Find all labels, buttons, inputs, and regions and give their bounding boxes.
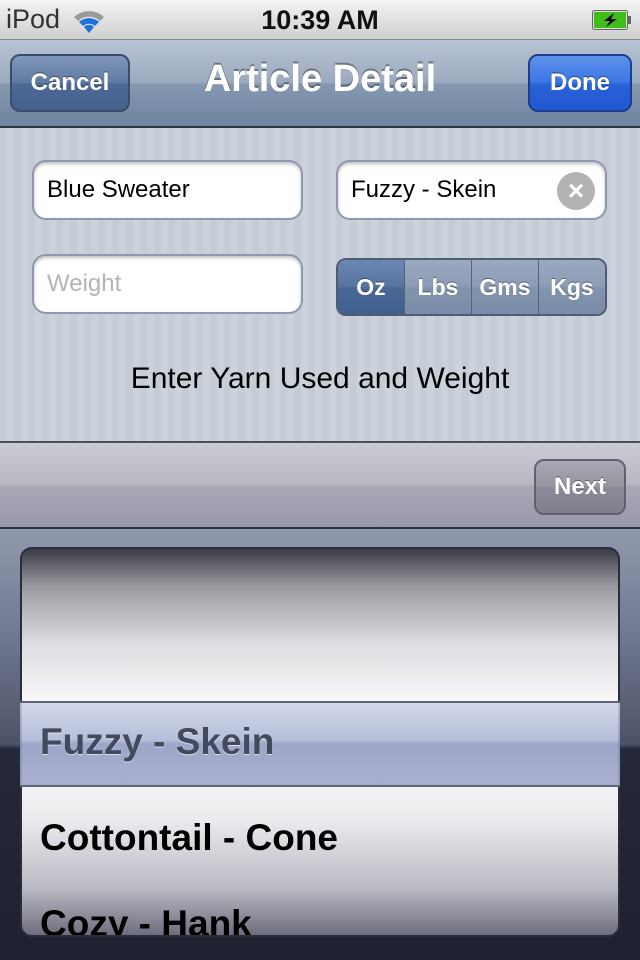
picker-row[interactable]: Cottontail - Cone <box>40 817 338 859</box>
status-bar: iPod 10:39 AM <box>0 0 640 40</box>
article-name-value: Blue Sweater <box>47 176 190 203</box>
nav-bar: Cancel Article Detail Done <box>0 40 640 128</box>
picker-selection-indicator[interactable]: Fuzzy - Skein <box>20 701 620 787</box>
picker-row[interactable]: Cozy - Hank <box>40 903 252 935</box>
unit-segmented-control: Oz Lbs Gms Kgs <box>336 258 607 316</box>
next-button[interactable]: Next <box>534 459 626 515</box>
form-area: Blue Sweater Fuzzy - Skein × Weight Oz L… <box>0 128 640 441</box>
instruction-text: Enter Yarn Used and Weight <box>130 362 510 395</box>
yarn-field[interactable]: Fuzzy - Skein × <box>336 160 607 220</box>
battery-charging-icon <box>592 10 631 30</box>
weight-placeholder: Weight <box>47 270 122 297</box>
clear-icon[interactable]: × <box>557 172 595 210</box>
clock: 10:39 AM <box>261 5 379 35</box>
weight-field[interactable]: Weight <box>32 254 303 314</box>
article-name-field[interactable]: Blue Sweater <box>32 160 303 220</box>
unit-lbs-segment[interactable]: Lbs <box>404 260 471 314</box>
unit-oz-segment[interactable]: Oz <box>338 260 404 314</box>
keyboard-toolbar: Next <box>0 441 640 529</box>
unit-kgs-segment[interactable]: Kgs <box>538 260 605 314</box>
picker-selected-row: Fuzzy - Skein <box>40 721 275 762</box>
unit-gms-segment[interactable]: Gms <box>471 260 538 314</box>
done-button[interactable]: Done <box>528 54 632 112</box>
yarn-value: Fuzzy - Skein <box>351 176 497 203</box>
